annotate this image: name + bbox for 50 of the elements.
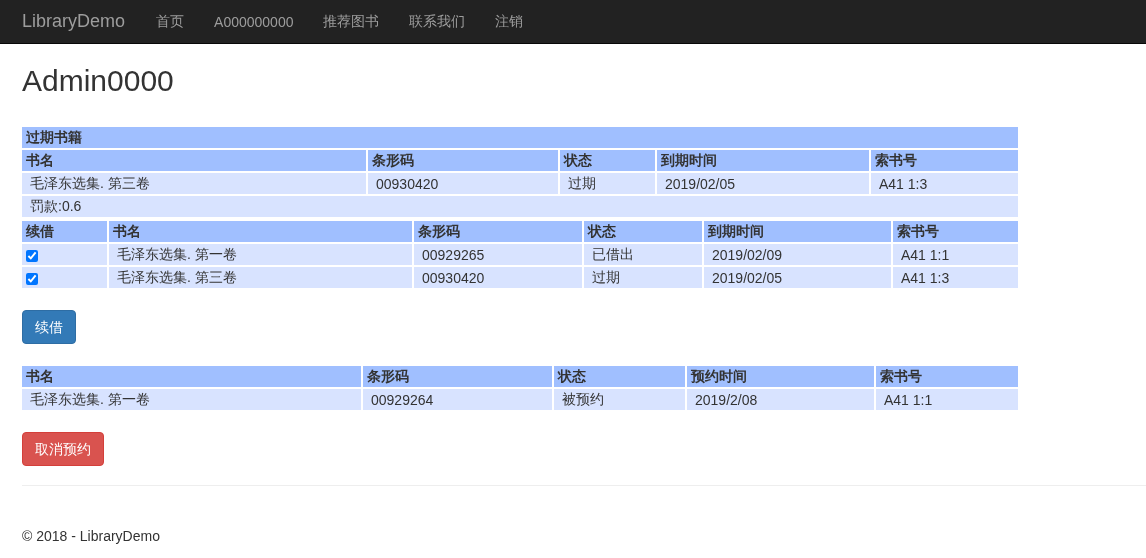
column-header: 书名 <box>22 150 366 171</box>
column-header: 书名 <box>109 221 412 242</box>
nav-link[interactable]: A000000000 <box>214 13 294 30</box>
table-cell: 2019/2/08 <box>687 389 874 410</box>
table-cell: 2019/02/05 <box>704 267 891 288</box>
column-header: 条形码 <box>363 366 552 387</box>
column-header: 索书号 <box>893 221 1018 242</box>
table-cell: A41 1:1 <box>893 244 1018 265</box>
table-title: 过期书籍 <box>22 127 1018 148</box>
renew-button[interactable]: 续借 <box>22 310 76 344</box>
table-cell: 过期 <box>560 173 655 194</box>
column-header: 状态 <box>560 150 655 171</box>
table-cell: 被预约 <box>554 389 685 410</box>
table-cell: A41 1:1 <box>876 389 1018 410</box>
column-header: 状态 <box>584 221 702 242</box>
column-header: 条形码 <box>414 221 582 242</box>
table-cell: 毛泽东选集. 第三卷 <box>109 267 412 288</box>
column-header: 状态 <box>554 366 685 387</box>
column-header: 索书号 <box>871 150 1018 171</box>
fine-text: 罚款:0.6 <box>22 196 1018 217</box>
table-cell: 00929265 <box>414 244 582 265</box>
table-cell: 00929264 <box>363 389 552 410</box>
page-heading: Admin0000 <box>22 64 175 97</box>
column-header: 到期时间 <box>704 221 891 242</box>
table-cell: A41 1:3 <box>893 267 1018 288</box>
footer-text: © 2018 - LibraryDemo <box>22 528 161 544</box>
table-cell: 00930420 <box>368 173 558 194</box>
nav-link[interactable]: 联系我们 <box>409 12 466 31</box>
column-header: 条形码 <box>368 150 558 171</box>
table-cell: 毛泽东选集. 第一卷 <box>109 244 412 265</box>
nav-link[interactable]: 推荐图书 <box>323 12 380 31</box>
nav-link[interactable]: 首页 <box>156 12 185 31</box>
renew-checkbox[interactable] <box>26 249 38 262</box>
table-cell: A41 1:3 <box>871 173 1018 194</box>
table-cell: 已借出 <box>584 244 702 265</box>
column-header: 书名 <box>22 366 361 387</box>
nav-link[interactable]: 注销 <box>495 12 524 31</box>
column-header: 到期时间 <box>657 150 869 171</box>
table-cell: 2019/02/05 <box>657 173 869 194</box>
column-header: 索书号 <box>876 366 1018 387</box>
table-cell: 毛泽东选集. 第三卷 <box>22 173 366 194</box>
renew-checkbox[interactable] <box>26 272 38 285</box>
column-header: 预约时间 <box>687 366 874 387</box>
table-cell: 过期 <box>584 267 702 288</box>
brand-link[interactable]: LibraryDemo <box>22 11 126 32</box>
table-cell: 00930420 <box>414 267 582 288</box>
cancel-reservation-button[interactable]: 取消预约 <box>22 432 104 466</box>
column-header: 续借 <box>22 221 107 242</box>
table-cell: 毛泽东选集. 第一卷 <box>22 389 361 410</box>
table-cell: 2019/02/09 <box>704 244 891 265</box>
